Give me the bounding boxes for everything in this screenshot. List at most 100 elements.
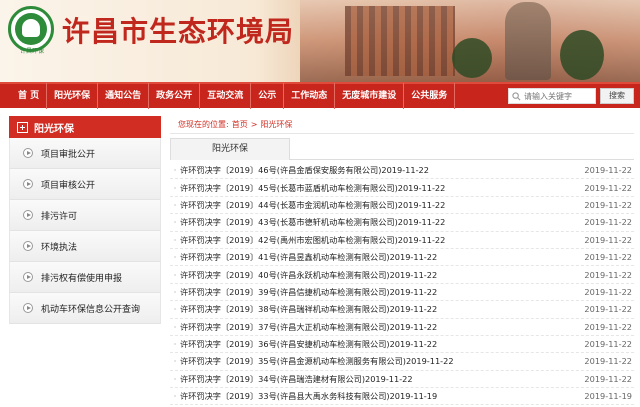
breadcrumb-current[interactable]: 阳光环保 bbox=[260, 119, 292, 130]
list-item-title[interactable]: 许环罚决字〔2019〕41号(许昌昱鑫机动车检测有限公司)2019-11-22 bbox=[180, 251, 580, 263]
breadcrumb-prefix: 您现在的位置: bbox=[178, 120, 229, 129]
list-item-title[interactable]: 许环罚决字〔2019〕33号(许昌县大禹水务科技有限公司)2019-11-19 bbox=[180, 390, 580, 402]
arrow-right-icon bbox=[23, 303, 33, 313]
list-item-date: 2019-11-22 bbox=[584, 286, 632, 297]
breadcrumb-home-link[interactable]: 首页 bbox=[232, 119, 248, 130]
bullet-icon: · bbox=[173, 234, 177, 245]
list-item-title[interactable]: 许环罚决字〔2019〕40号(许昌永跃机动车检测有限公司)2019-11-22 bbox=[180, 269, 580, 281]
nav-item-notices[interactable]: 通知公告 bbox=[98, 83, 150, 109]
bullet-icon: · bbox=[173, 391, 177, 402]
sidebar-item-project-approval[interactable]: 项目审批公开 bbox=[9, 138, 161, 169]
list-item[interactable]: · 许环罚决字〔2019〕41号(许昌昱鑫机动车检测有限公司)2019-11-22… bbox=[170, 249, 634, 267]
list-item-date: 2019-11-22 bbox=[584, 356, 632, 367]
bullet-icon: · bbox=[173, 182, 177, 193]
main-content: 您现在的位置: 首页 > 阳光环保 阳光环保 · 许环罚决字〔2019〕46号(许… bbox=[170, 116, 634, 406]
list-item-date: 2019-11-22 bbox=[584, 234, 632, 245]
list-item-title[interactable]: 许环罚决字〔2019〕45号(长葛市蓝盾机动车检测有限公司)2019-11-22 bbox=[180, 182, 580, 194]
arrow-right-icon bbox=[23, 272, 33, 282]
nav-item-work-news[interactable]: 工作动态 bbox=[284, 83, 336, 109]
search-box bbox=[508, 88, 596, 104]
bullet-icon: · bbox=[173, 356, 177, 367]
list-item[interactable]: · 许环罚决字〔2019〕33号(许昌县大禹水务科技有限公司)2019-11-19… bbox=[170, 388, 634, 406]
list-item-title[interactable]: 许环罚决字〔2019〕46号(许昌金盾保安服务有限公司)2019-11-22 bbox=[180, 164, 580, 176]
list-item-title[interactable]: 许环罚决字〔2019〕37号(许昌大正机动车检测有限公司)2019-11-22 bbox=[180, 321, 580, 333]
list-item[interactable]: · 许环罚决字〔2019〕44号(长葛市金润机动车检测有限公司)2019-11-2… bbox=[170, 197, 634, 215]
breadcrumb: 您现在的位置: 首页 > 阳光环保 bbox=[170, 116, 634, 134]
search-area: 搜索 bbox=[508, 88, 640, 104]
sidebar-item-label: 项目审批公开 bbox=[41, 149, 96, 160]
list-item[interactable]: · 许环罚决字〔2019〕43号(长葛市德轩机动车检测有限公司)2019-11-2… bbox=[170, 214, 634, 232]
bullet-icon: · bbox=[173, 199, 177, 210]
nav-item-interaction[interactable]: 互动交流 bbox=[200, 83, 252, 109]
list-item-title[interactable]: 许环罚决字〔2019〕35号(许昌金源机动车检测服务有限公司)2019-11-2… bbox=[180, 355, 580, 367]
list-item[interactable]: · 许环罚决字〔2019〕34号(许昌瑞浩建材有限公司)2019-11-22 201… bbox=[170, 371, 634, 389]
list-item[interactable]: · 许环罚决字〔2019〕39号(许昌信捷机动车检测有限公司)2019-11-22… bbox=[170, 284, 634, 302]
logo-caption: 许昌环保 bbox=[19, 48, 44, 55]
list-item-date: 2019-11-22 bbox=[584, 252, 632, 263]
search-input[interactable] bbox=[524, 89, 590, 103]
list-item[interactable]: · 许环罚决字〔2019〕40号(许昌永跃机动车检测有限公司)2019-11-22… bbox=[170, 266, 634, 284]
nav-item-public-service[interactable]: 公共服务 bbox=[404, 83, 456, 109]
list-item-date: 2019-11-22 bbox=[584, 217, 632, 228]
banner-tree-image bbox=[452, 38, 492, 78]
sidebar-item-discharge-permit[interactable]: 排污许可 bbox=[9, 200, 161, 231]
bullet-icon: · bbox=[173, 286, 177, 297]
list-item-date: 2019-11-22 bbox=[584, 304, 632, 315]
list-item[interactable]: · 许环罚决字〔2019〕42号(禹州市宏图机动车检测有限公司)2019-11-2… bbox=[170, 232, 634, 249]
sidebar-item-emission-rights[interactable]: 排污权有偿使用申报 bbox=[9, 262, 161, 293]
list-item-title[interactable]: 许环罚决字〔2019〕42号(禹州市宏图机动车检测有限公司)2019-11-22 bbox=[180, 234, 580, 246]
list-item-title[interactable]: 许环罚决字〔2019〕44号(长葛市金润机动车检测有限公司)2019-11-22 bbox=[180, 199, 580, 211]
sidebar-heading: 阳光环保 bbox=[9, 116, 161, 138]
sidebar-heading-label: 阳光环保 bbox=[34, 123, 74, 135]
sidebar-item-project-review[interactable]: 项目审核公开 bbox=[9, 169, 161, 200]
sidebar-item-label: 机动车环保信息公开查询 bbox=[41, 304, 141, 315]
bullet-icon: · bbox=[173, 373, 177, 384]
arrow-right-icon bbox=[23, 179, 33, 189]
sidebar-item-enforcement[interactable]: 环境执法 bbox=[9, 231, 161, 262]
nav-item-zero-waste[interactable]: 无废城市建设 bbox=[335, 83, 405, 109]
nav-item-home[interactable]: 首 页 bbox=[0, 83, 48, 109]
article-list: · 许环罚决字〔2019〕46号(许昌金盾保安服务有限公司)2019-11-22 2… bbox=[170, 162, 634, 406]
list-item-date: 2019-11-22 bbox=[584, 269, 632, 280]
list-item-date: 2019-11-22 bbox=[584, 339, 632, 350]
sidebar-item-vehicle-info[interactable]: 机动车环保信息公开查询 bbox=[9, 293, 161, 324]
list-item[interactable]: · 许环罚决字〔2019〕36号(许昌安捷机动车检测有限公司)2019-11-22… bbox=[170, 336, 634, 354]
list-item-title[interactable]: 许环罚决字〔2019〕43号(长葛市德轩机动车检测有限公司)2019-11-22 bbox=[180, 216, 580, 228]
main-nav: 首 页 阳光环保 通知公告 政务公开 互动交流 公示 工作动态 无废城市建设 公… bbox=[0, 82, 640, 109]
site-title: 许昌市生态环境局 bbox=[62, 15, 295, 48]
plus-icon bbox=[17, 121, 28, 133]
header-banner: 许昌环保 许昌市生态环境局 bbox=[0, 0, 640, 82]
list-item[interactable]: · 许环罚决字〔2019〕38号(许昌瑞祥机动车检测有限公司)2019-11-22… bbox=[170, 301, 634, 319]
bullet-icon: · bbox=[173, 269, 177, 280]
banner-tree-image bbox=[560, 30, 604, 80]
sidebar-item-label: 环境执法 bbox=[41, 242, 78, 253]
list-item-date: 2019-11-22 bbox=[584, 182, 632, 193]
list-item[interactable]: · 许环罚决字〔2019〕45号(长葛市蓝盾机动车检测有限公司)2019-11-2… bbox=[170, 179, 634, 197]
list-item-date: 2019-11-22 bbox=[584, 165, 632, 176]
sidebar-item-label: 排污权有偿使用申报 bbox=[41, 273, 123, 284]
nav-item-gov-affairs[interactable]: 政务公开 bbox=[149, 83, 201, 109]
bullet-icon: · bbox=[173, 304, 177, 315]
list-item-date: 2019-11-22 bbox=[584, 199, 632, 210]
list-item-title[interactable]: 许环罚决字〔2019〕34号(许昌瑞浩建材有限公司)2019-11-22 bbox=[180, 373, 580, 385]
sidebar: 阳光环保 项目审批公开 项目审核公开 排污许可 环境执法 排污权有偿使用申报 机… bbox=[9, 116, 161, 324]
list-item-title[interactable]: 许环罚决字〔2019〕36号(许昌安捷机动车检测有限公司)2019-11-22 bbox=[180, 338, 580, 350]
search-button[interactable]: 搜索 bbox=[600, 88, 634, 104]
breadcrumb-separator: > bbox=[250, 120, 258, 129]
list-item-title[interactable]: 许环罚决字〔2019〕39号(许昌信捷机动车检测有限公司)2019-11-22 bbox=[180, 286, 580, 298]
list-item-title[interactable]: 许环罚决字〔2019〕38号(许昌瑞祥机动车检测有限公司)2019-11-22 bbox=[180, 303, 580, 315]
bullet-icon: · bbox=[173, 321, 177, 332]
list-item[interactable]: · 许环罚决字〔2019〕46号(许昌金盾保安服务有限公司)2019-11-22 2… bbox=[170, 162, 634, 180]
list-item-date: 2019-11-22 bbox=[584, 321, 632, 332]
bullet-icon: · bbox=[173, 252, 177, 263]
tab-sunshine[interactable]: 阳光环保 bbox=[170, 138, 290, 160]
list-item[interactable]: · 许环罚决字〔2019〕35号(许昌金源机动车检测服务有限公司)2019-11-… bbox=[170, 353, 634, 371]
bullet-icon: · bbox=[173, 165, 177, 176]
tab-bar: 阳光环保 bbox=[170, 138, 634, 160]
list-item[interactable]: · 许环罚决字〔2019〕37号(许昌大正机动车检测有限公司)2019-11-22… bbox=[170, 319, 634, 336]
nav-item-public-notice[interactable]: 公示 bbox=[251, 83, 285, 109]
bullet-icon: · bbox=[173, 217, 177, 228]
sidebar-item-label: 项目审核公开 bbox=[41, 180, 96, 191]
nav-item-sunshine[interactable]: 阳光环保 bbox=[47, 83, 99, 109]
banner-statue-image bbox=[505, 2, 551, 80]
